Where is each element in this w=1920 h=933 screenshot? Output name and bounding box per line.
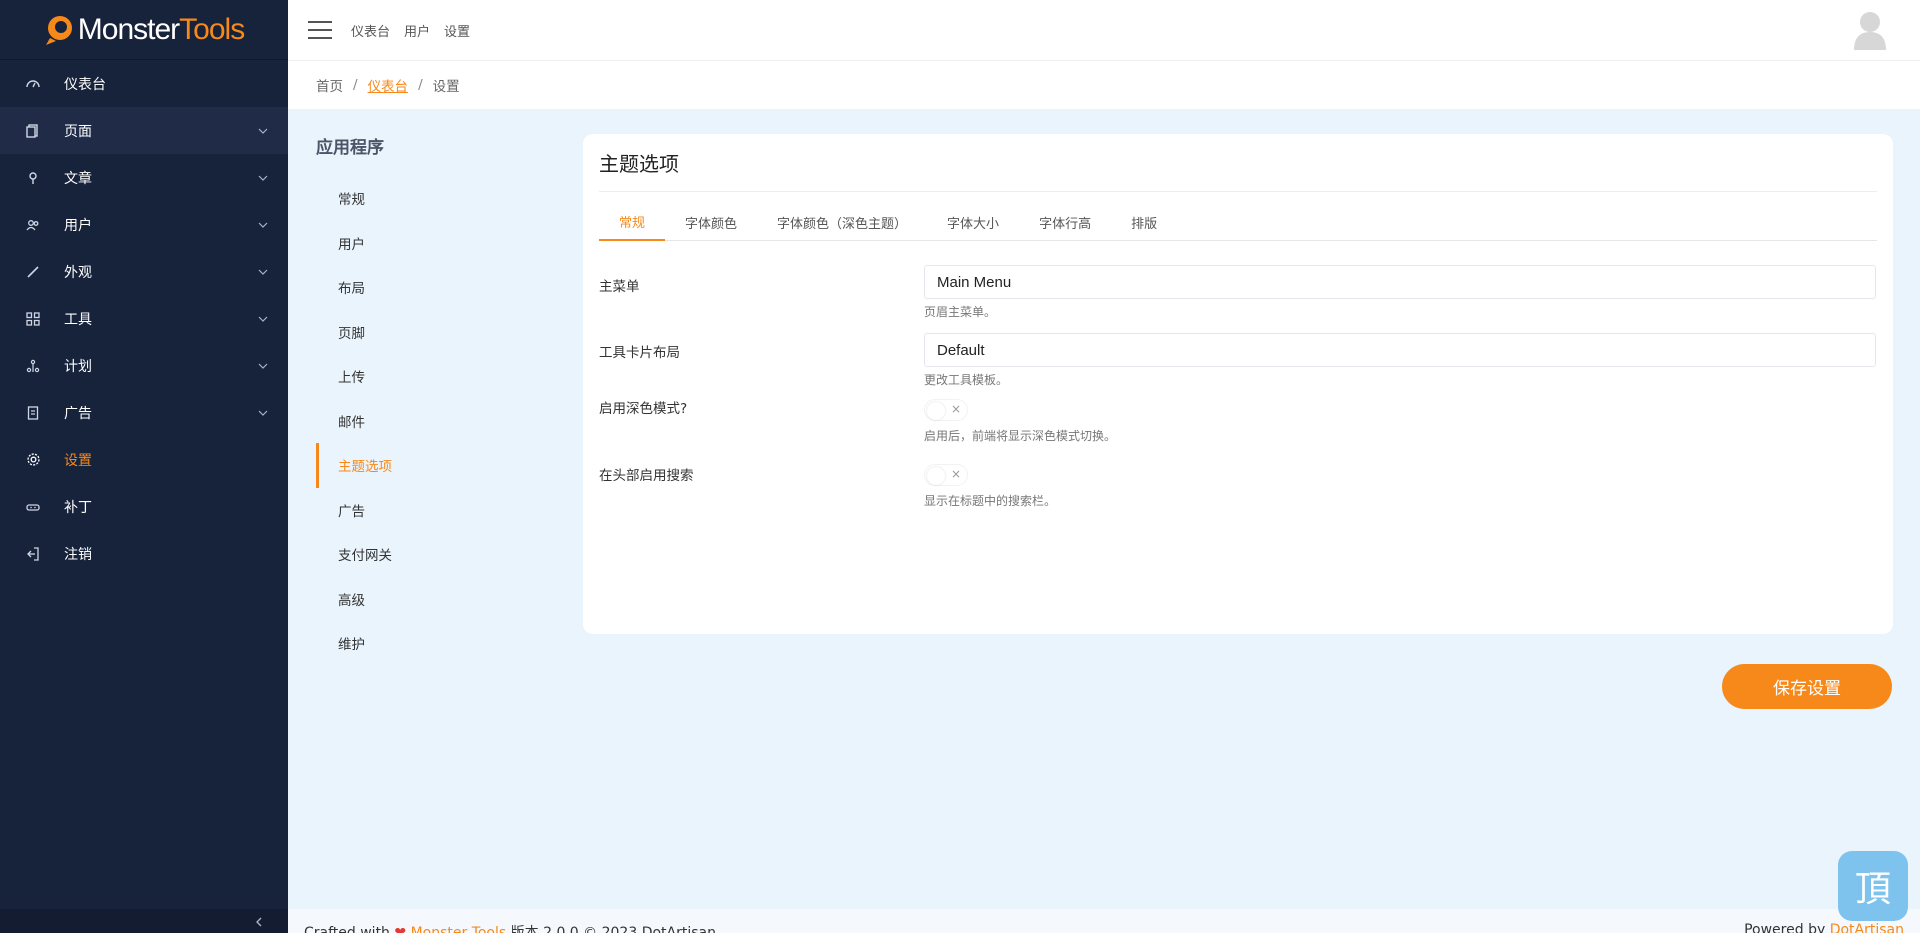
theme-form: 主菜单 Main Menu 页眉主菜单。 工具卡片布局 Default 更改工具…	[599, 265, 1877, 512]
chart-icon	[24, 357, 42, 375]
collapse-sidebar-icon[interactable]	[254, 915, 264, 931]
breadcrumb-separator: /	[353, 77, 358, 93]
footer-powered-link[interactable]: DotArtisan	[1830, 922, 1904, 933]
heart-icon: ❤	[394, 925, 407, 933]
submenu-item-upload[interactable]: 上传	[316, 354, 546, 399]
sidebar-item-dashboard[interactable]: 仪表台	[0, 60, 288, 107]
header-search-help: 显示在标题中的搜索栏。	[924, 494, 1057, 508]
dashboard-icon	[24, 75, 42, 93]
submenu-item-footer[interactable]: 页脚	[316, 310, 546, 355]
topbar-link-settings[interactable]: 设置	[444, 21, 470, 40]
breadcrumb-home[interactable]: 首页	[316, 75, 343, 95]
page-icon	[24, 122, 42, 140]
chevron-down-icon	[256, 359, 270, 373]
chevron-down-icon	[256, 171, 270, 185]
tool-card-select[interactable]: Default	[924, 333, 1876, 367]
tab-font-size[interactable]: 字体大小	[927, 204, 1019, 241]
submenu-item-users[interactable]: 用户	[316, 221, 546, 266]
topbar-link-users[interactable]: 用户	[404, 21, 430, 40]
sidebar-item-logout[interactable]: 注销	[0, 530, 288, 577]
sidebar-item-plans[interactable]: 计划	[0, 342, 288, 389]
grid-icon	[24, 310, 42, 328]
tab-font-color-dark[interactable]: 字体颜色（深色主题）	[757, 204, 927, 241]
toggle-off-icon: ×	[950, 402, 961, 416]
brush-icon	[24, 263, 42, 281]
submenu-item-payment-gateway[interactable]: 支付网关	[316, 532, 546, 577]
topbar-link-dashboard[interactable]: 仪表台	[351, 21, 390, 40]
footer: Crafted with ❤ Monster Tools 版本 2.0.0 © …	[288, 909, 1920, 933]
users-icon	[24, 216, 42, 234]
tool-card-help: 更改工具模板。	[924, 373, 1009, 387]
logout-icon	[24, 545, 42, 563]
user-avatar-icon[interactable]	[1852, 10, 1888, 50]
submenu-item-layout[interactable]: 布局	[316, 265, 546, 310]
sidebar-item-tools[interactable]: 工具	[0, 295, 288, 342]
ad-icon	[24, 404, 42, 422]
submenu-item-advanced[interactable]: 高级	[316, 577, 546, 622]
toggle-off-icon: ×	[950, 467, 961, 481]
sidebar-item-ads[interactable]: 广告	[0, 389, 288, 436]
brand-name: MonsterTools	[77, 12, 245, 46]
form-row-main-menu: 主菜单 Main Menu 页眉主菜单。	[599, 265, 1877, 325]
footer-powered: Powered by DotArtisan	[1744, 922, 1904, 933]
chevron-down-icon	[256, 265, 270, 279]
dark-mode-help: 启用后，前端将显示深色模式切换。	[924, 429, 1117, 443]
breadcrumb-dashboard[interactable]: 仪表台	[368, 75, 409, 95]
form-row-dark-mode: 启用深色模式? × 启用后，前端将显示深色模式切换。	[599, 397, 1877, 464]
sidebar-item-pages[interactable]: 页面	[0, 107, 288, 154]
tab-line-height[interactable]: 字体行高	[1019, 204, 1111, 241]
sidebar-item-settings[interactable]: 设置	[0, 436, 288, 483]
submenu-item-general[interactable]: 常规	[316, 176, 546, 221]
logo[interactable]: MonsterTools	[0, 0, 288, 60]
theme-tabs: 常规 字体颜色 字体颜色（深色主题） 字体大小 字体行高 排版	[599, 204, 1877, 241]
main-menu-help: 页眉主菜单。	[924, 305, 997, 319]
chevron-down-icon	[256, 218, 270, 232]
settings-submenu: 应用程序 常规 用户 布局 页脚 上传 邮件 主题选项 广告 支付网关 高级 维…	[316, 133, 546, 666]
main-menu-label: 主菜单	[599, 279, 640, 295]
theme-options-card: 主题选项 常规 字体颜色 字体颜色（深色主题） 字体大小 字体行高 排版 主菜单…	[583, 134, 1893, 634]
back-to-top-button[interactable]: 頂	[1838, 851, 1908, 921]
chevron-down-icon	[256, 406, 270, 420]
sidebar-item-users[interactable]: 用户	[0, 201, 288, 248]
topbar: 仪表台 用户 设置	[288, 0, 1920, 61]
tab-font-color[interactable]: 字体颜色	[665, 204, 757, 241]
patch-icon	[24, 498, 42, 516]
header-search-label: 在头部启用搜索	[599, 468, 694, 484]
save-settings-button[interactable]: 保存设置	[1722, 664, 1892, 709]
tab-typography[interactable]: 排版	[1111, 204, 1177, 241]
chevron-down-icon	[256, 312, 270, 326]
gear-icon	[24, 451, 42, 469]
dark-mode-label: 启用深色模式?	[599, 401, 688, 417]
submenu-item-maintenance[interactable]: 维护	[316, 621, 546, 666]
sidebar-footer	[0, 909, 288, 933]
form-row-header-search: 在头部启用搜索 × 显示在标题中的搜索栏。	[599, 464, 1877, 524]
sidebar-item-patch[interactable]: 补丁	[0, 483, 288, 530]
logo-mark-icon	[44, 14, 76, 46]
tab-general[interactable]: 常规	[599, 204, 666, 241]
footer-version: 版本 2.0.0 © 2023 DotArtisan	[510, 925, 716, 933]
sidebar-item-articles[interactable]: 文章	[0, 154, 288, 201]
card-title: 主题选项	[599, 148, 1877, 192]
sidebar-nav: 仪表台 页面 文章 用户 外观 工具 计划 广告 设置 补丁 注销	[0, 60, 288, 577]
tool-card-label: 工具卡片布局	[599, 345, 680, 361]
header-search-toggle[interactable]: ×	[924, 464, 968, 486]
footer-crafted: Crafted with	[304, 925, 390, 933]
sidebar-item-appearance[interactable]: 外观	[0, 248, 288, 295]
chevron-down-icon	[256, 124, 270, 138]
breadcrumb-current: 设置	[432, 79, 460, 95]
submenu-item-mail[interactable]: 邮件	[316, 399, 546, 444]
hamburger-menu-icon[interactable]	[308, 21, 332, 39]
submenu-title: 应用程序	[316, 138, 384, 158]
pin-icon	[24, 169, 42, 187]
breadcrumb-separator: /	[418, 77, 423, 93]
submenu-item-ads[interactable]: 广告	[316, 488, 546, 533]
main-menu-select[interactable]: Main Menu	[924, 265, 1876, 299]
breadcrumb: 首页 / 仪表台 / 设置	[288, 61, 1920, 109]
sidebar: MonsterTools 仪表台 页面 文章 用户 外观 工具 计划 广告 设置…	[0, 0, 288, 933]
submenu-item-theme-options[interactable]: 主题选项	[316, 443, 546, 488]
footer-product-link[interactable]: Monster Tools	[411, 925, 507, 933]
dark-mode-toggle[interactable]: ×	[924, 399, 968, 421]
form-row-tool-card: 工具卡片布局 Default 更改工具模板。	[599, 333, 1877, 399]
